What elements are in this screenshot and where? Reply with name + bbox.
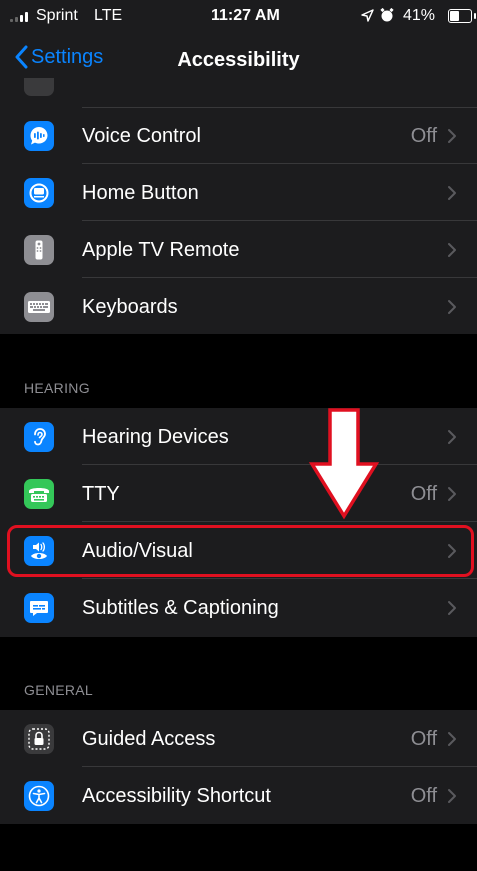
row-value: Off [410,728,437,750]
list-group-general: Guided Access Off Accessibility Shortcut… [0,710,477,824]
row-label: Subtitles & Captioning [82,597,279,619]
status-bar: Sprint LTE 11:27 AM 41% [0,0,477,34]
row-label: Voice Control [82,125,201,147]
accessibility-icon [24,781,54,811]
row-label: Guided Access [82,728,216,750]
list-group-hearing: Hearing Devices TTY Off Audio/Visual Sub… [0,408,477,637]
chevron-right-icon [448,300,456,314]
captions-icon [24,593,54,623]
row-label: Apple TV Remote [82,239,240,261]
tty-icon [24,479,54,509]
home-button-icon [24,178,54,208]
lock-icon [24,724,54,754]
battery-percentage: 41% [403,7,436,24]
row-tty[interactable]: TTY Off [0,466,477,522]
keyboard-icon [24,292,54,322]
chevron-right-icon [448,732,456,746]
list-group-interaction: Voice Control Off Home Button Apple TV R… [0,108,477,334]
row-label: Keyboards [82,296,178,318]
row-label: Accessibility Shortcut [82,785,271,807]
chevron-right-icon [448,430,456,444]
row-keyboards[interactable]: Keyboards [0,279,477,335]
row-apple-tv-remote[interactable]: Apple TV Remote [0,222,477,278]
carrier-name: Sprint [36,7,78,24]
row-value: Off [410,785,437,807]
row-subtitles-captioning[interactable]: Subtitles & Captioning [0,580,477,636]
row-label: Hearing Devices [82,426,229,448]
alarm-icon [380,8,394,22]
row-hearing-devices[interactable]: Hearing Devices [0,409,477,465]
battery-icon [448,9,476,23]
row-guided-access[interactable]: Guided Access Off [0,711,477,767]
row-label: Home Button [82,182,199,204]
chevron-right-icon [448,487,456,501]
voice-control-icon [24,121,54,151]
highlight-box [7,525,474,577]
chevron-right-icon [448,789,456,803]
chevron-right-icon [448,186,456,200]
page-title: Accessibility [177,49,300,71]
list-group-scrolled [0,78,477,108]
tv-remote-icon [24,235,54,265]
network-type: LTE [94,7,123,24]
row-voice-control[interactable]: Voice Control Off [0,108,477,164]
down-arrow-annotation [308,408,380,520]
row-value: Off [410,125,437,147]
chevron-right-icon [448,601,456,615]
signal-strength-icon [10,12,32,22]
section-header-general: GENERAL [24,682,94,698]
row-value: Off [410,483,437,505]
ear-icon [24,422,54,452]
row-label: TTY [82,483,120,505]
location-icon [361,9,374,22]
chevron-right-icon [448,243,456,257]
chevron-right-icon [448,129,456,143]
row-accessibility-shortcut[interactable]: Accessibility Shortcut Off [0,768,477,824]
partial-row-icon [24,78,54,96]
row-home-button[interactable]: Home Button [0,165,477,221]
section-header-hearing: HEARING [24,380,90,396]
clock: 11:27 AM [211,7,280,24]
